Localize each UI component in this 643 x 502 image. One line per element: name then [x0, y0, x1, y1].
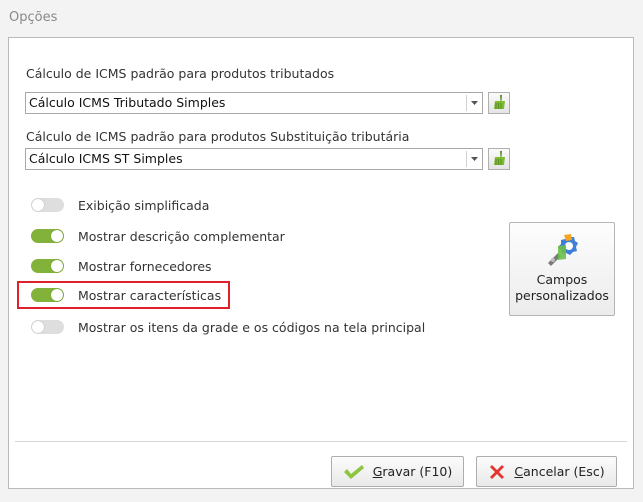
x-icon	[488, 463, 506, 481]
clear-icms-st-button[interactable]	[488, 148, 510, 170]
cancelar-button[interactable]: Cancelar (Esc)	[476, 456, 617, 487]
broom-icon	[491, 94, 507, 113]
clear-icms-tributado-button[interactable]	[488, 92, 510, 114]
itens-grade-toggle[interactable]	[31, 320, 64, 334]
options-panel: Cálculo de ICMS padrão para produtos tri…	[8, 37, 634, 489]
chevron-down-icon[interactable]	[466, 151, 481, 167]
gravar-button[interactable]: Gravar (F10)	[331, 456, 464, 487]
window-title: Opções	[9, 10, 58, 25]
toggle-label: Exibição simplificada	[78, 197, 210, 213]
highlight-box	[17, 281, 230, 309]
broom-icon	[491, 150, 507, 169]
toggle-row-exibicao-simplificada: Exibição simplificada	[31, 196, 209, 214]
icms-st-select[interactable]: Cálculo ICMS ST Simples	[25, 148, 483, 170]
toggle-label: Mostrar descrição complementar	[78, 228, 285, 244]
divider	[15, 441, 627, 442]
gravar-label: Gravar (F10)	[372, 464, 453, 479]
toggle-label: Mostrar os itens da grade e os códigos n…	[78, 319, 426, 335]
exibicao-simplificada-toggle[interactable]	[31, 198, 64, 212]
descricao-complementar-toggle[interactable]	[31, 229, 64, 243]
campos-line1: Campos	[536, 272, 588, 287]
icms-tributado-select[interactable]: Cálculo ICMS Tributado Simples	[25, 92, 483, 114]
gear-wrench-icon	[544, 233, 580, 267]
toggle-label: Mostrar fornecedores	[78, 258, 212, 274]
fornecedores-toggle[interactable]	[31, 259, 64, 273]
campos-personalizados-button[interactable]: Campos personalizados	[509, 222, 615, 316]
icms-tributado-label: Cálculo de ICMS padrão para produtos tri…	[26, 66, 335, 81]
chevron-down-icon[interactable]	[466, 95, 481, 111]
toggle-row-fornecedores: Mostrar fornecedores	[31, 257, 212, 275]
cancelar-label: Cancelar (Esc)	[514, 464, 605, 479]
campos-line2: personalizados	[515, 288, 609, 303]
check-icon	[343, 464, 365, 480]
icms-st-label: Cálculo de ICMS padrão para produtos Sub…	[26, 129, 410, 144]
icms-st-value: Cálculo ICMS ST Simples	[29, 151, 183, 166]
toggle-row-descricao-complementar: Mostrar descrição complementar	[31, 227, 285, 245]
icms-tributado-value: Cálculo ICMS Tributado Simples	[29, 95, 226, 110]
toggle-row-itens-grade: Mostrar os itens da grade e os códigos n…	[31, 318, 425, 336]
